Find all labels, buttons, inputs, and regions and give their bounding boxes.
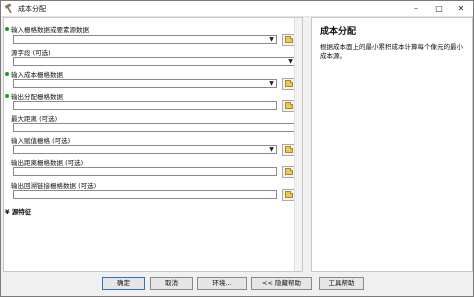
help-title: 成本分配 xyxy=(320,27,357,37)
field-label-input-source: 输入栅格数据或要素源数据 xyxy=(11,26,89,34)
minimize-button[interactable]: – xyxy=(405,1,427,16)
output-allocation-input[interactable] xyxy=(13,101,277,110)
field-label-source-field: 源字段 (可选) xyxy=(11,49,51,57)
tool-dialog-window: 成本分配 – □ ✕ 输入栅格数据或要素源数据 ▼ 源字段 (可选) ▼ 输入成… xyxy=(0,0,474,297)
tool-help-button[interactable]: 工具帮助 xyxy=(319,277,364,290)
dropdown-arrow-icon[interactable]: ▼ xyxy=(287,58,294,65)
required-dot-icon xyxy=(5,72,9,76)
dropdown-arrow-icon[interactable]: ▼ xyxy=(268,80,275,87)
max-distance-input[interactable] xyxy=(13,123,296,132)
close-button[interactable]: ✕ xyxy=(450,1,472,16)
dropdown-arrow-icon[interactable]: ▼ xyxy=(268,146,275,153)
dropdown-arrow-icon[interactable]: ▼ xyxy=(268,36,275,43)
title-bar[interactable]: 成本分配 – □ ✕ xyxy=(1,1,473,17)
window-title: 成本分配 xyxy=(18,5,46,13)
collapse-toggle-icon[interactable]: ¥ xyxy=(5,208,10,216)
field-label-output-distance: 输出距离栅格数据 (可选) xyxy=(11,159,84,167)
dialog-button-bar: 确定 取消 环境... << 隐藏帮助 工具帮助 xyxy=(1,273,473,297)
environments-label: 源特征 xyxy=(11,208,32,216)
parameters-pane: 输入栅格数据或要素源数据 ▼ 源字段 (可选) ▼ 输入成本栅格数据 ▼ 输出分… xyxy=(3,17,303,272)
output-distance-input[interactable] xyxy=(13,167,277,176)
maximize-button[interactable]: □ xyxy=(428,1,450,16)
field-label-input-value-raster: 输入赋值栅格 (可选) xyxy=(11,137,71,145)
hammer-icon xyxy=(4,3,12,14)
cost-raster-combo[interactable]: ▼ xyxy=(13,79,277,88)
environments-section[interactable]: ¥ 源特征 xyxy=(5,206,31,216)
required-dot-icon xyxy=(5,27,9,31)
value-raster-combo[interactable]: ▼ xyxy=(13,145,277,154)
source-field-combo[interactable]: ▼ xyxy=(13,57,296,66)
field-label-cost-raster: 输入成本栅格数据 xyxy=(11,71,63,79)
folder-icon xyxy=(285,102,293,109)
folder-icon xyxy=(285,36,293,43)
output-backlink-input[interactable] xyxy=(13,190,277,199)
cancel-button[interactable]: 取消 xyxy=(150,277,193,290)
folder-icon xyxy=(285,191,293,198)
help-pane: 成本分配 根据成本面上的最小累积成本计算每个像元的最小成本源。 xyxy=(311,17,473,272)
ok-button[interactable]: 确定 xyxy=(102,277,145,290)
hide-help-button[interactable]: << 隐藏帮助 xyxy=(251,277,312,290)
input-source-combo[interactable]: ▼ xyxy=(13,35,277,44)
field-label-max-distance: 最大距离 (可选) xyxy=(11,115,58,123)
environments-button[interactable]: 环境... xyxy=(197,277,247,290)
help-description: 根据成本面上的最小累积成本计算每个像元的最小成本源。 xyxy=(320,43,463,60)
field-label-output-allocation: 输出分配栅格数据 xyxy=(11,93,63,101)
folder-icon xyxy=(285,168,293,175)
required-dot-icon xyxy=(5,94,9,98)
field-label-output-backlink: 输出回溯链接栅格数据 (可选) xyxy=(11,182,97,190)
folder-icon xyxy=(285,80,293,87)
vertical-scrollbar[interactable] xyxy=(294,18,302,271)
folder-icon xyxy=(285,146,293,153)
